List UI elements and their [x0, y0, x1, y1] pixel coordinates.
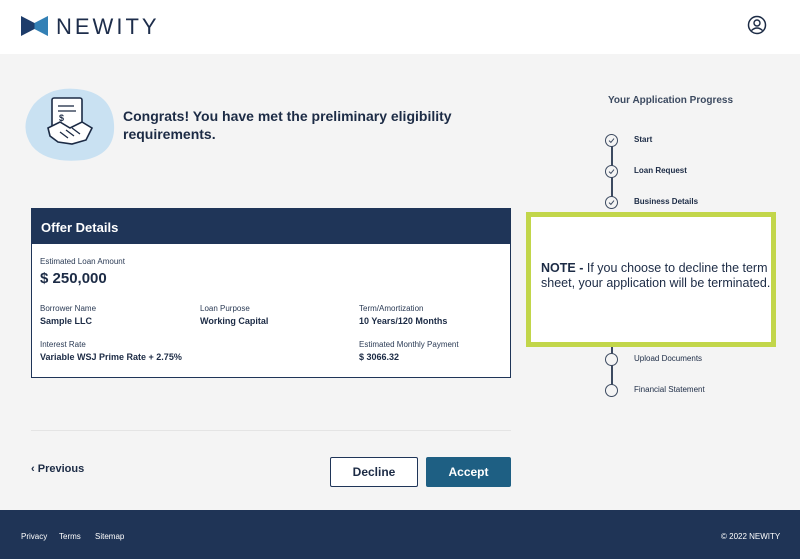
chevron-left-icon: ‹ — [31, 463, 38, 475]
borrower-name-value: Sample LLC — [40, 316, 93, 326]
note-prefix: NOTE - — [541, 261, 587, 275]
step-label: Financial Statement — [634, 385, 705, 394]
progress-step-business-details: Business Details — [605, 196, 785, 212]
empty-circle-icon — [605, 384, 618, 397]
loan-amount-label: Estimated Loan Amount — [40, 257, 125, 266]
progress-step-financial-statement: Financial Statement — [605, 384, 785, 400]
step-label: Loan Request — [634, 166, 687, 175]
previous-label: Previous — [37, 463, 85, 475]
loan-purpose-label: Loan Purpose — [200, 304, 250, 313]
footer-privacy-link[interactable]: Privacy — [21, 532, 47, 541]
step-label: Start — [634, 135, 653, 144]
footer-sitemap-link[interactable]: Sitemap — [95, 532, 124, 541]
accept-button[interactable]: Accept — [426, 457, 511, 487]
empty-circle-icon — [605, 353, 618, 366]
borrower-name-label: Borrower Name — [40, 304, 97, 313]
monthly-payment-value: $ 3066.32 — [359, 352, 400, 362]
progress-step-upload-documents: Upload Documents — [605, 353, 785, 369]
top-header: NEWITY — [0, 0, 800, 54]
term-label: Term/Amortization — [359, 304, 424, 313]
progress-title: Your Application Progress — [608, 95, 734, 106]
step-label: Business Details — [634, 197, 699, 206]
check-circle-icon — [605, 196, 618, 209]
footer-copyright: © 2022 NEWITY — [721, 532, 781, 541]
interest-rate-label: Interest Rate — [40, 340, 86, 349]
brand-name: NEWITY — [56, 14, 160, 39]
monthly-payment-label: Estimated Monthly Payment — [359, 340, 459, 349]
offer-details-title: Offer Details — [32, 209, 510, 244]
interest-rate-value: Variable WSJ Prime Rate + 2.75% — [40, 352, 182, 362]
footer-terms-link[interactable]: Terms — [59, 532, 81, 541]
term-value: 10 Years/120 Months — [359, 316, 448, 326]
progress-step-start: Start — [605, 134, 785, 150]
check-circle-icon — [605, 165, 618, 178]
actions-divider — [31, 430, 511, 431]
loan-amount-value: $ 250,000 — [40, 270, 107, 287]
handshake-document-icon: $ — [25, 88, 115, 161]
decline-button[interactable]: Decline — [330, 457, 418, 487]
loan-purpose-value: Working Capital — [200, 316, 269, 326]
progress-step-loan-request: Loan Request — [605, 165, 785, 181]
user-profile-icon[interactable] — [747, 15, 767, 35]
check-circle-icon — [605, 134, 618, 147]
newity-logo-icon — [21, 16, 48, 36]
eligibility-heading: Congrats! You have met the preliminary e… — [123, 108, 452, 142]
step-label: Upload Documents — [634, 354, 703, 363]
decline-note-box: NOTE - If you choose to decline the term… — [526, 212, 776, 347]
previous-link[interactable]: ‹ Previous — [31, 463, 84, 475]
